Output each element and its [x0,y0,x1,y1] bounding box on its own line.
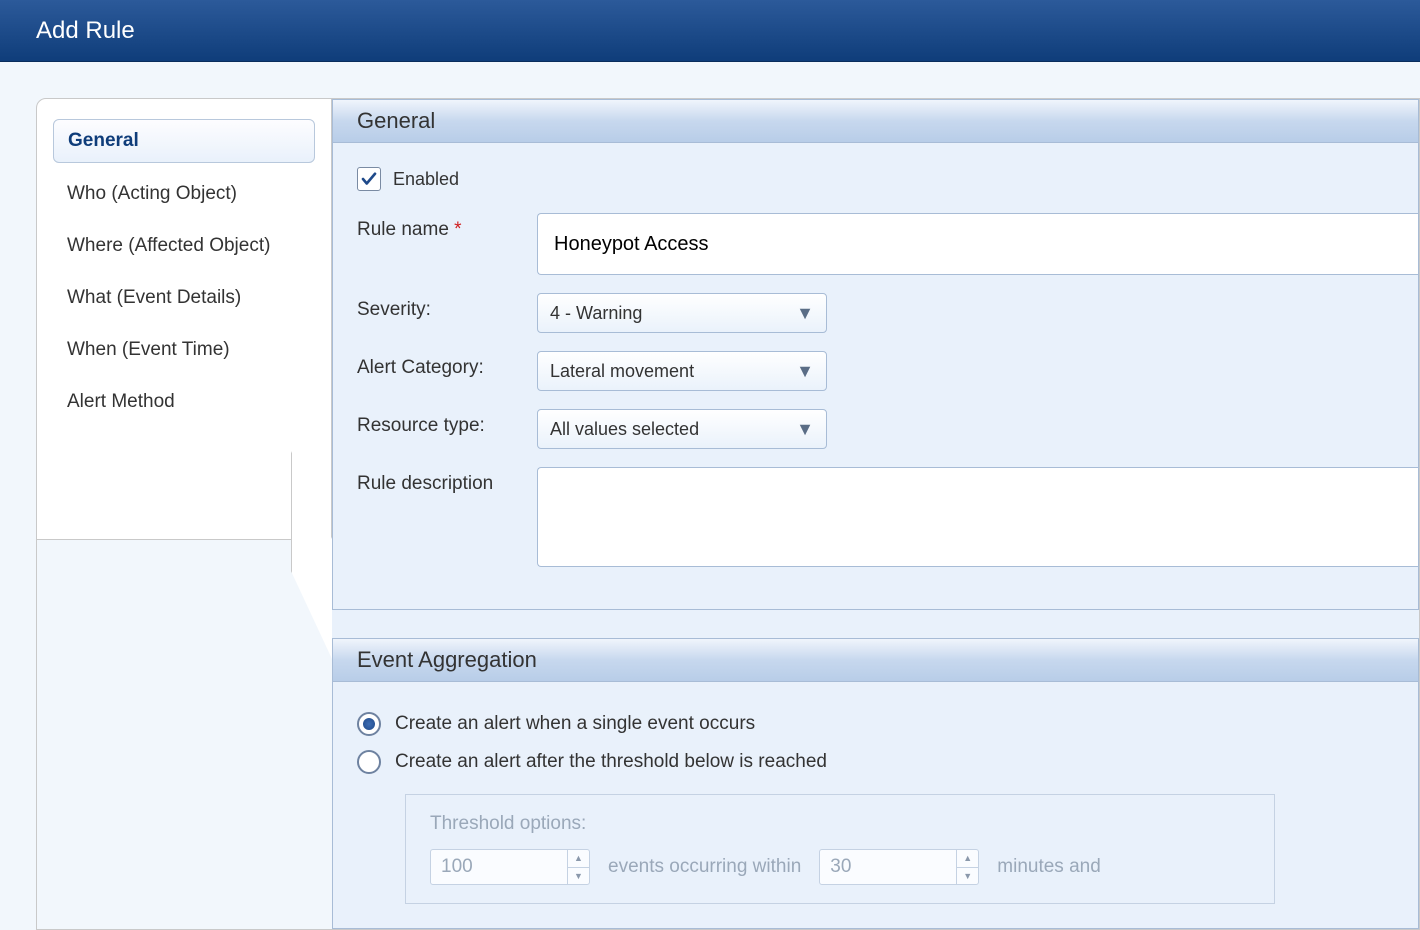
threshold-options-box: Threshold options: 100 ▲ ▼ events occurr… [405,794,1275,904]
chevron-down-icon: ▼ [796,361,814,382]
threshold-count-value: 100 [431,850,567,884]
alert-category-select[interactable]: Lateral movement ▼ [537,351,827,391]
tab-where[interactable]: Where (Affected Object) [53,225,315,267]
checkmark-icon [360,170,378,188]
chevron-down-icon[interactable]: ▼ [568,867,589,885]
threshold-text-end: minutes and [997,856,1101,878]
radio-single-event[interactable] [357,712,381,736]
radio-single-label: Create an alert when a single event occu… [395,713,755,735]
tab-alert-method[interactable]: Alert Method [53,381,315,423]
aggregation-option-threshold-row: Create an alert after the threshold belo… [357,750,1418,774]
section-body-aggregation: Create an alert when a single event occu… [333,682,1418,928]
sidebar-decorative-cut [37,539,332,929]
severity-label: Severity: [357,293,537,321]
tab-label: Where (Affected Object) [67,235,270,256]
chevron-down-icon: ▼ [796,303,814,324]
threshold-minutes-spinner[interactable]: 30 ▲ ▼ [819,849,979,885]
tab-label: General [68,130,139,151]
section-header-general: General [333,100,1418,143]
main-panel: General Enabled Rule name * Severity: [332,99,1419,929]
spinner-arrows: ▲ ▼ [956,850,978,884]
radio-threshold-label: Create an alert after the threshold belo… [395,751,827,773]
chevron-up-icon[interactable]: ▲ [957,850,978,867]
resource-type-label: Resource type: [357,409,537,437]
threshold-minutes-value: 30 [820,850,956,884]
chevron-down-icon[interactable]: ▼ [957,867,978,885]
tab-when[interactable]: When (Event Time) [53,329,315,371]
rule-name-input[interactable] [537,213,1418,275]
sidebar: General Who (Acting Object) Where (Affec… [37,99,332,929]
rule-description-input[interactable] [537,467,1418,567]
aggregation-option-single-row: Create an alert when a single event occu… [357,712,1418,736]
rule-description-label: Rule description [357,467,537,495]
tab-general[interactable]: General [53,119,315,163]
tab-label: Alert Method [67,391,175,412]
tab-label: When (Event Time) [67,339,230,360]
tab-label: Who (Acting Object) [67,183,237,204]
tab-label: What (Event Details) [67,287,241,308]
main-container: General Who (Acting Object) Where (Affec… [36,98,1420,930]
chevron-down-icon: ▼ [796,419,814,440]
required-indicator: * [454,219,461,240]
alert-category-row: Alert Category: Lateral movement ▼ [357,351,1418,391]
threshold-text-mid: events occurring within [608,856,801,878]
section-title: Event Aggregation [357,647,537,672]
enabled-row: Enabled [357,167,1418,191]
section-general: General Enabled Rule name * Severity: [332,99,1419,610]
resource-type-row: Resource type: All values selected ▼ [357,409,1418,449]
severity-select[interactable]: 4 - Warning ▼ [537,293,827,333]
resource-type-select[interactable]: All values selected ▼ [537,409,827,449]
tab-who[interactable]: Who (Acting Object) [53,173,315,215]
alert-category-label: Alert Category: [357,351,537,379]
section-event-aggregation: Event Aggregation Create an alert when a… [332,638,1419,929]
resource-type-value: All values selected [550,419,699,440]
titlebar: Add Rule [0,0,1420,62]
threshold-count-spinner[interactable]: 100 ▲ ▼ [430,849,590,885]
alert-category-value: Lateral movement [550,361,694,382]
rule-description-row: Rule description [357,467,1418,567]
enabled-checkbox[interactable] [357,167,381,191]
threshold-options-label: Threshold options: [430,813,1250,835]
section-title: General [357,108,435,133]
rule-name-row: Rule name * [357,213,1418,275]
section-body-general: Enabled Rule name * Severity: 4 - Warnin… [333,143,1418,609]
spinner-arrows: ▲ ▼ [567,850,589,884]
severity-row: Severity: 4 - Warning ▼ [357,293,1418,333]
chevron-up-icon[interactable]: ▲ [568,850,589,867]
severity-value: 4 - Warning [550,303,642,324]
rule-name-label: Rule name * [357,213,537,241]
section-header-aggregation: Event Aggregation [333,639,1418,682]
enabled-label: Enabled [393,169,459,190]
radio-threshold[interactable] [357,750,381,774]
threshold-inline: 100 ▲ ▼ events occurring within 30 ▲ ▼ [430,849,1250,885]
window-title: Add Rule [36,17,135,45]
tab-what[interactable]: What (Event Details) [53,277,315,319]
